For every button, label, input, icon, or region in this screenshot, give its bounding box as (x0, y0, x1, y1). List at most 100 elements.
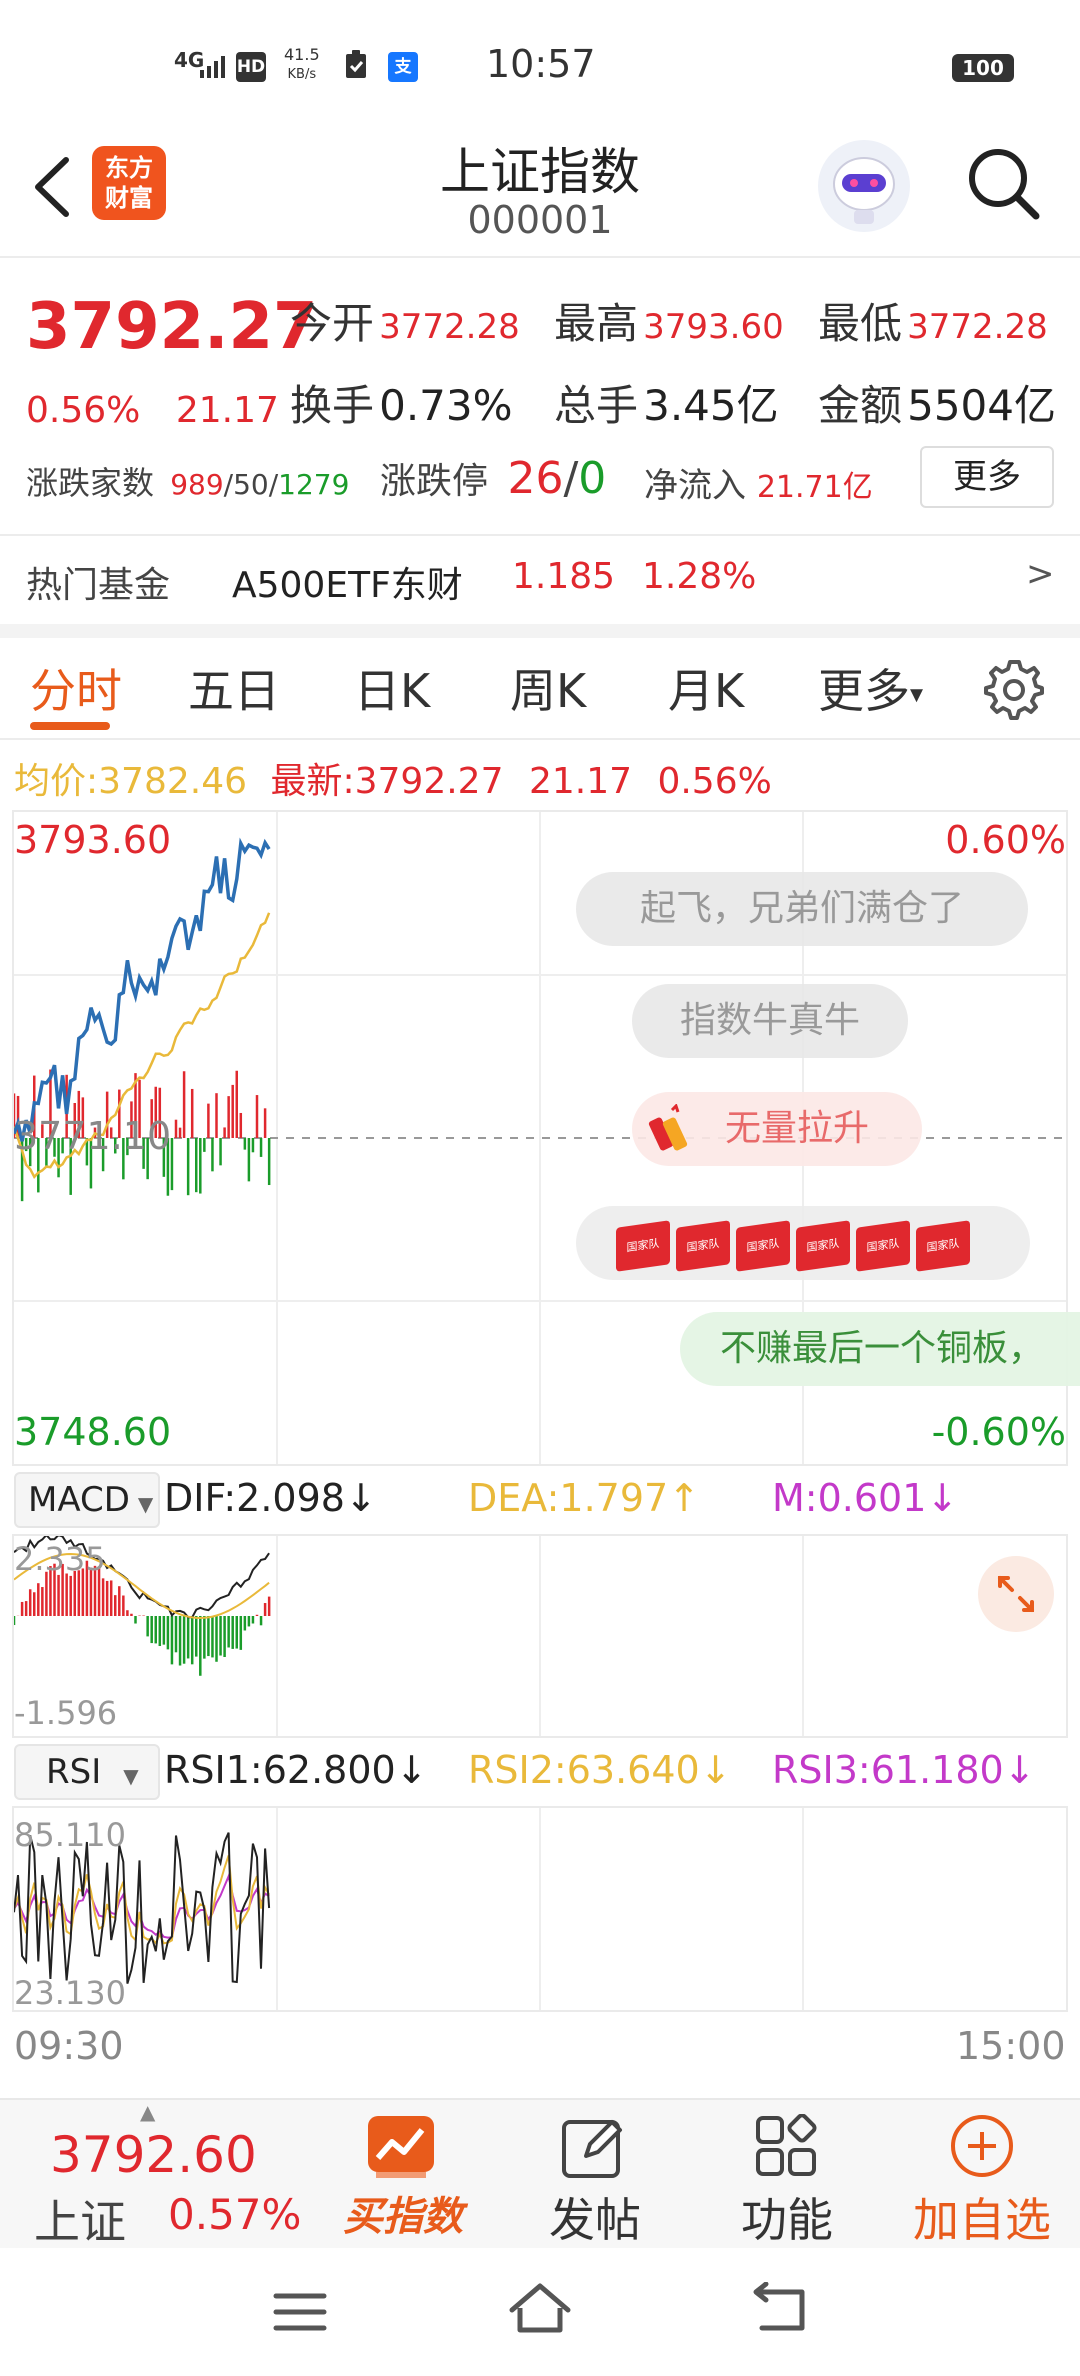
caret-up-icon: ▲ (140, 2100, 156, 2124)
signal-icon (200, 56, 226, 78)
axis-top-pct: 0.60% (945, 818, 1066, 862)
axis-bottom-pct: -0.60% (931, 1410, 1066, 1454)
menu-icon[interactable] (272, 2288, 328, 2340)
robot-assistant-avatar[interactable] (818, 140, 910, 232)
tab-daily-k[interactable]: 日K (354, 655, 430, 721)
period-tabs: 分时 五日 日K 周K 月K 更多▾ (0, 638, 1080, 738)
home-icon[interactable] (506, 2278, 574, 2342)
status-bar: 4G HD 41.5 KB/s 支 10:57 100 (0, 0, 1080, 130)
ticker-name: 上证 (34, 2195, 126, 2249)
rsi-selector[interactable]: RSI ▼ (14, 1744, 160, 1800)
speed-value: 41.5 (284, 45, 320, 64)
breadth-sep: / (223, 468, 234, 501)
alipay-icon: 支 (388, 52, 418, 82)
macd-selector-label: MACD (28, 1480, 130, 1520)
breadth-up: 989 (170, 468, 224, 501)
axis-bottom-price: 3748.60 (14, 1410, 172, 1454)
net-speed: 41.5 KB/s (284, 46, 320, 84)
turnover-value: 0.73% (379, 381, 513, 430)
macd-chart-svg (14, 1536, 804, 1736)
macd-chart[interactable]: 2.335 -1.596 (12, 1534, 1068, 1738)
function-icon (754, 2113, 818, 2182)
post-button[interactable]: 发帖 (520, 2100, 670, 2250)
volume-value: 3.45亿 (643, 381, 779, 430)
price-line (14, 837, 271, 1142)
search-icon[interactable] (964, 144, 1044, 224)
return-icon[interactable] (752, 2281, 812, 2342)
post-icon (560, 2114, 626, 2184)
comment-text: 无量拉升 (724, 1108, 869, 1149)
tab-monthly-k[interactable]: 月K (668, 655, 744, 721)
buy-index-button[interactable]: 买指数 (328, 2100, 478, 2250)
high-stat: 最高 3793.60 (554, 290, 784, 351)
open-label: 今开 (290, 299, 375, 348)
bottom-action-bar: ▲ 3792.60 上证 0.57% 买指数 发帖 功能 加自选 (0, 2098, 1080, 2250)
section-divider (0, 624, 1080, 638)
more-stats-button[interactable]: 更多 (920, 446, 1054, 508)
high-label: 最高 (554, 299, 639, 348)
trend-icon (366, 2114, 436, 2184)
macd-axis-bottom: -1.596 (14, 1694, 118, 1732)
function-button[interactable]: 功能 (712, 2100, 862, 2250)
ticker-pct: 0.57% (168, 2190, 302, 2239)
change-abs: 21.17 (175, 390, 279, 431)
buy-index-label: 买指数 (343, 2194, 463, 2240)
comment-bubble-flags[interactable]: 国家队 国家队 国家队 国家队 国家队 国家队 (576, 1206, 1030, 1280)
open-stat: 今开 3772.28 (290, 290, 520, 351)
caret-down-icon: ▾ (910, 679, 924, 710)
breadth-flat: 50 (233, 468, 269, 501)
netflow-label: 净流入 (644, 466, 746, 506)
flag-icon: 国家队 (676, 1220, 730, 1272)
add-icon (948, 2112, 1016, 2184)
rsi-chart[interactable]: 85.110 23.130 (12, 1806, 1068, 2012)
tab-intraday[interactable]: 分时 (30, 655, 122, 721)
current-price: 3792.27 (26, 290, 318, 364)
firecracker-icon (646, 1103, 690, 1180)
breadth-label: 涨跌家数 (26, 464, 155, 502)
index-ticker[interactable]: ▲ 3792.60 上证 0.57% (0, 2100, 318, 2250)
chevron-right-icon: > (1026, 554, 1055, 594)
avg-label: 均价: (14, 761, 99, 802)
rsi1-line (14, 1832, 271, 1984)
function-label: 功能 (741, 2193, 833, 2247)
chart-legend: 均价:3782.46 最新:3792.27 21.17 0.56% (14, 752, 772, 804)
latest-label: 最新: (270, 761, 355, 802)
add-watchlist-button[interactable]: 加自选 (896, 2100, 1068, 2250)
hot-fund-change: 1.28% (642, 556, 757, 597)
intraday-chart[interactable]: 3793.60 0.60% 3771.10 3748.60 -0.60% 起飞，… (12, 810, 1080, 1466)
price-change: 0.56% 21.17 (26, 390, 279, 431)
comment-bubble[interactable]: 无量拉升 (632, 1092, 922, 1166)
comment-bubble[interactable]: 不赚最后一个铜板， (680, 1312, 1080, 1386)
rsi-axis-top: 85.110 (14, 1816, 126, 1854)
turnover-stat: 换手 0.73% (290, 372, 513, 433)
expand-icon[interactable] (978, 1556, 1054, 1632)
tab-active-indicator (30, 722, 110, 730)
tab-more[interactable]: 更多▾ (818, 655, 923, 721)
limit-down: 0 (578, 453, 607, 504)
ticker-price: 3792.60 (50, 2126, 257, 2184)
rsi3-value: RSI3:61.180↓ (772, 1748, 1036, 1792)
rsi-axis-bottom: 23.130 (14, 1974, 126, 2012)
limit-label: 涨跌停 (380, 461, 489, 502)
clipboard-icon (344, 50, 368, 84)
system-nav-bar (0, 2248, 1080, 2376)
tab-more-label: 更多 (818, 664, 910, 718)
netflow-stat: 净流入 21.71亿 (644, 458, 873, 507)
macd-selector[interactable]: MACD ▼ (14, 1472, 160, 1528)
open-value: 3772.28 (379, 307, 520, 347)
hd-badge: HD (236, 52, 266, 82)
hot-fund-label: 热门基金 (26, 565, 171, 606)
battery-indicator: 100 (952, 54, 1014, 82)
flag-row: 国家队 国家队 国家队 国家队 国家队 国家队 (616, 1220, 976, 1294)
hot-fund-row[interactable]: 热门基金 A500ETF东财 1.185 1.28% > (0, 536, 1080, 624)
comment-bubble[interactable]: 指数牛真牛 (632, 984, 908, 1058)
tab-weekly-k[interactable]: 周K (510, 655, 586, 721)
tab-five-day[interactable]: 五日 (188, 655, 280, 721)
gear-icon[interactable] (982, 656, 1046, 720)
netflow-value: 21.71亿 (756, 470, 873, 505)
time-axis-start: 09:30 (14, 2024, 124, 2068)
macd-m: M:0.601↓ (772, 1476, 959, 1520)
header: 东方 财富 上证指数 000001 (0, 130, 1080, 258)
high-value: 3793.60 (643, 307, 784, 347)
comment-bubble[interactable]: 起飞，兄弟们满仓了 (576, 872, 1028, 946)
